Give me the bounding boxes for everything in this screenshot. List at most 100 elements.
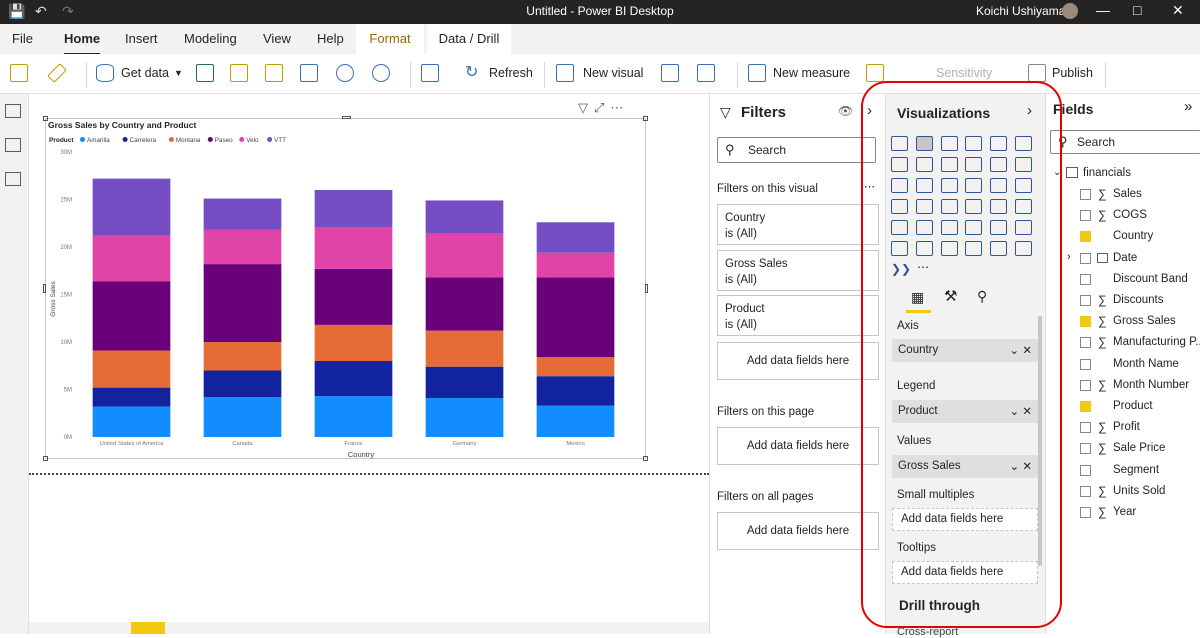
filter-card-gross-sales[interactable]: Gross Sales is (All) — [717, 250, 879, 291]
power-automate-icon[interactable]: ❯❯ — [891, 262, 911, 276]
field-item[interactable]: Units Sold — [1113, 485, 1165, 497]
field-checkbox[interactable] — [1080, 379, 1091, 391]
field-item[interactable]: Gross Sales — [1113, 315, 1176, 327]
resize-handle[interactable] — [643, 456, 648, 461]
treemap-visual-icon[interactable] — [1015, 178, 1032, 193]
clustered-column-visual-icon[interactable] — [965, 136, 983, 151]
line-clustered-visual-icon[interactable] — [990, 157, 1008, 172]
avatar[interactable] — [1062, 3, 1078, 19]
field-checkbox[interactable] — [1080, 337, 1091, 349]
table-visual-icon[interactable] — [915, 220, 933, 235]
resize-handle[interactable] — [43, 284, 46, 293]
collapse-chevron-icon[interactable]: › — [1027, 102, 1032, 119]
format-painter-icon[interactable] — [47, 63, 67, 83]
format-paint-roller-icon[interactable]: ⚒ — [944, 287, 957, 305]
stacked-column-visual-icon[interactable] — [915, 136, 933, 151]
transform-data-icon[interactable] — [421, 64, 439, 82]
eye-icon[interactable]: 👁 — [838, 104, 853, 118]
field-checkbox[interactable] — [1080, 443, 1091, 455]
waterfall-visual-icon[interactable] — [891, 178, 908, 193]
r-visual-visual-icon[interactable] — [965, 220, 983, 235]
field-checkbox[interactable] — [1080, 189, 1091, 200]
100-bar-visual-icon[interactable] — [990, 136, 1008, 151]
stacked-bar-visual-icon[interactable] — [891, 136, 908, 151]
pie-visual-icon[interactable] — [965, 178, 983, 193]
expand-chevron-icon[interactable]: › — [1067, 251, 1071, 263]
filter-card-country[interactable]: Country is (All) — [717, 204, 879, 245]
line-column-visual-icon[interactable] — [965, 157, 983, 172]
slicer-visual-icon[interactable] — [891, 220, 908, 235]
filter-icon[interactable]: ▽ — [578, 100, 594, 115]
tab-modeling[interactable]: Modeling — [184, 31, 237, 46]
chevron-down-icon[interactable]: ▼ — [174, 68, 183, 78]
key-influencers-visual-icon[interactable] — [1015, 220, 1032, 235]
resize-handle[interactable] — [43, 456, 48, 461]
paginated-visual-icon[interactable] — [965, 241, 983, 256]
field-checkbox[interactable] — [1080, 422, 1091, 434]
card-visual-icon[interactable] — [965, 199, 983, 214]
remove-field-icon[interactable]: ⌄ ✕ — [1010, 343, 1032, 357]
narrative-visual-icon[interactable] — [940, 241, 958, 256]
field-item[interactable]: Sale Price — [1113, 442, 1165, 454]
resize-handle[interactable] — [43, 116, 48, 121]
tab-home[interactable]: Home — [64, 31, 101, 56]
sensitivity-button[interactable]: Sensitivity — [936, 66, 992, 80]
close-icon[interactable]: ✕ — [1172, 2, 1184, 19]
expand-chevron-icon[interactable]: ⌄ — [1053, 167, 1061, 178]
small-multiples-dropzone[interactable]: Add data fields here — [892, 508, 1038, 531]
more-options-icon[interactable]: ⋯ — [610, 100, 629, 115]
tab-data-drill[interactable]: Data / Drill — [427, 24, 511, 54]
quick-measure-icon[interactable] — [866, 64, 884, 82]
dataset-icon[interactable] — [230, 64, 248, 82]
collapse-chevron-icon[interactable]: › — [867, 102, 872, 119]
fields-search[interactable]: ⚲ Search — [1050, 130, 1200, 154]
donut-visual-icon[interactable] — [990, 178, 1008, 193]
report-view-icon[interactable] — [5, 104, 21, 118]
analytics-icon[interactable]: ⚲ — [977, 288, 987, 305]
field-item[interactable]: Profit — [1113, 421, 1140, 433]
add-page-filter-dropzone[interactable]: Add data fields here — [717, 427, 879, 465]
tab-view[interactable]: View — [263, 31, 291, 46]
add-all-pages-filter-dropzone[interactable]: Add data fields here — [717, 512, 879, 550]
clustered-bar-visual-icon[interactable] — [940, 136, 958, 151]
remove-field-icon[interactable]: ⌄ ✕ — [1010, 459, 1032, 473]
more-visual-icon[interactable] — [1015, 241, 1032, 256]
data-view-icon[interactable] — [5, 138, 21, 152]
field-checkbox[interactable] — [1080, 231, 1091, 243]
field-checkbox[interactable] — [1080, 295, 1091, 306]
ribbon-visual-icon[interactable] — [1015, 157, 1032, 172]
field-item[interactable]: COGS — [1113, 209, 1147, 221]
kpi-visual-icon[interactable] — [1015, 199, 1032, 214]
filter-card-product[interactable]: Product is (All) — [717, 295, 879, 336]
multirow-card-visual-icon[interactable] — [990, 199, 1008, 214]
matrix-visual-icon[interactable] — [940, 220, 958, 235]
power-apps-visual-icon[interactable] — [990, 241, 1008, 256]
resize-handle[interactable] — [643, 116, 648, 121]
text-box-icon[interactable] — [661, 64, 679, 82]
map-visual-icon[interactable] — [891, 199, 908, 214]
field-item[interactable]: Date — [1113, 252, 1137, 264]
filled-map-visual-icon[interactable] — [915, 199, 933, 214]
field-checkbox[interactable] — [1080, 252, 1091, 264]
filters-search[interactable]: ⚲ Search — [717, 137, 876, 163]
field-item[interactable]: Manufacturing P... — [1113, 336, 1200, 348]
more-options-icon[interactable]: ⋯ — [864, 180, 875, 193]
python-visual-visual-icon[interactable] — [990, 220, 1008, 235]
get-data-button[interactable]: Get data — [121, 66, 169, 80]
funnel-visual-icon[interactable] — [915, 178, 933, 193]
paste-icon[interactable] — [10, 64, 28, 82]
scrollbar[interactable] — [1038, 316, 1042, 566]
table-name[interactable]: financials — [1083, 167, 1131, 179]
field-checkbox[interactable] — [1080, 464, 1091, 476]
dataflow-icon[interactable] — [265, 64, 283, 82]
table-icon[interactable] — [300, 64, 318, 82]
focus-mode-icon[interactable]: ⤢ — [594, 100, 610, 115]
decomposition-tree-visual-icon[interactable] — [891, 241, 908, 256]
field-checkbox[interactable] — [1080, 273, 1091, 285]
field-checkbox[interactable] — [1080, 485, 1091, 497]
field-item[interactable]: Discounts — [1113, 294, 1164, 306]
add-visual-filter-dropzone[interactable]: Add data fields here — [717, 342, 879, 380]
field-checkbox[interactable] — [1080, 316, 1091, 328]
field-item[interactable]: Discount Band — [1113, 273, 1188, 285]
new-measure-button[interactable]: New measure — [773, 66, 850, 80]
